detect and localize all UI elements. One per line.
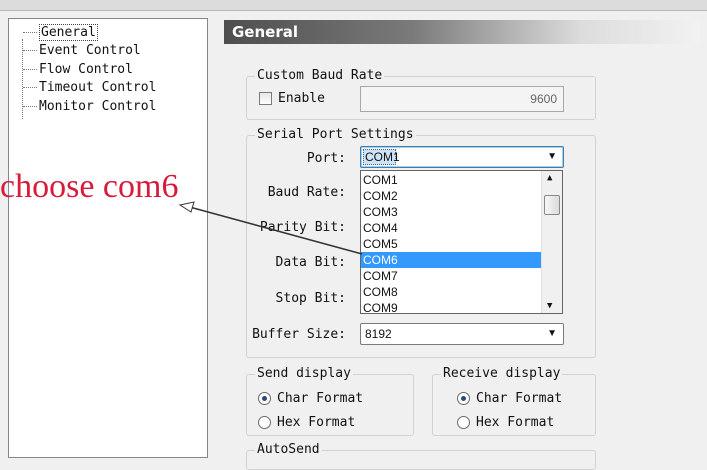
group-title: Send display: [255, 366, 353, 382]
tree-item-label: General: [39, 24, 98, 41]
receive-char-format-label: Char Format: [476, 391, 563, 406]
receive-hex-format-radio[interactable]: [457, 416, 470, 429]
receive-char-format-radio[interactable]: [457, 392, 470, 405]
tree-item-label: Monitor Control: [39, 99, 157, 114]
tree-item-label: Event Control: [39, 43, 141, 58]
parity-bit-label: Parity Bit:: [259, 220, 346, 235]
buffer-size-value: 8192: [365, 327, 392, 341]
enable-label: Enable: [278, 91, 325, 106]
dropdown-scrollbar[interactable]: ▲ ▼: [541, 171, 562, 313]
enable-checkbox[interactable]: [259, 92, 272, 105]
send-char-format-radio[interactable]: [258, 392, 271, 405]
chevron-down-icon: ▼: [547, 328, 557, 339]
group-title: Serial Port Settings: [255, 127, 416, 143]
panel-title: General: [224, 20, 700, 44]
scrollbar-thumb[interactable]: [544, 195, 560, 215]
tree-item-flow-control[interactable]: Flow Control: [17, 61, 133, 78]
send-hex-format-radio[interactable]: [258, 416, 271, 429]
buffer-size-label: Buffer Size:: [252, 327, 346, 342]
port-option-com2[interactable]: COM2: [361, 188, 542, 204]
tree-item-monitor-control[interactable]: Monitor Control: [17, 98, 156, 115]
scroll-down-icon[interactable]: ▼: [547, 301, 552, 311]
receive-hex-format-label: Hex Format: [476, 415, 555, 430]
data-bit-label: Data Bit:: [275, 255, 346, 270]
port-option-com5[interactable]: COM5: [361, 236, 542, 252]
port-select[interactable]: COM1 ▼: [360, 146, 564, 168]
buffer-size-select[interactable]: 8192 ▼: [360, 323, 564, 345]
autosend-group: AutoSend: [246, 442, 596, 470]
chevron-down-icon: ▼: [547, 151, 557, 162]
port-option-com8[interactable]: COM8: [361, 284, 542, 300]
port-option-com6[interactable]: COM6: [361, 252, 542, 268]
group-title: Custom Baud Rate: [255, 68, 385, 84]
send-hex-format-label: Hex Format: [277, 415, 356, 430]
port-option-com4[interactable]: COM4: [361, 220, 542, 236]
scroll-up-icon[interactable]: ▲: [547, 173, 552, 183]
port-value: COM1: [365, 150, 400, 164]
tree-item-general[interactable]: General: [17, 24, 98, 41]
port-dropdown-list[interactable]: COM1 COM2 COM3 COM4 COM5 COM6 COM7 COM8 …: [360, 170, 563, 314]
tree-item-timeout-control[interactable]: Timeout Control: [17, 79, 156, 96]
tree-item-label: Flow Control: [39, 62, 133, 77]
tree-item-label: Timeout Control: [39, 80, 157, 95]
tree-item-event-control[interactable]: Event Control: [17, 42, 141, 59]
window-title-bar: [0, 0, 707, 11]
baud-rate-label: Baud Rate:: [267, 185, 346, 200]
annotation-text: choose com6: [0, 168, 179, 205]
port-option-com7[interactable]: COM7: [361, 268, 542, 284]
port-label: Port:: [306, 151, 346, 166]
port-option-com9[interactable]: COM9: [361, 300, 542, 313]
port-option-com3[interactable]: COM3: [361, 204, 542, 220]
stop-bit-label: Stop Bit:: [275, 291, 346, 306]
group-title: Receive display: [441, 366, 563, 382]
settings-tree: General Event Control Flow Control Timeo…: [8, 18, 208, 458]
send-char-format-label: Char Format: [277, 391, 364, 406]
custom-baud-field[interactable]: 9600: [360, 86, 564, 112]
port-option-com1[interactable]: COM1: [361, 172, 542, 188]
